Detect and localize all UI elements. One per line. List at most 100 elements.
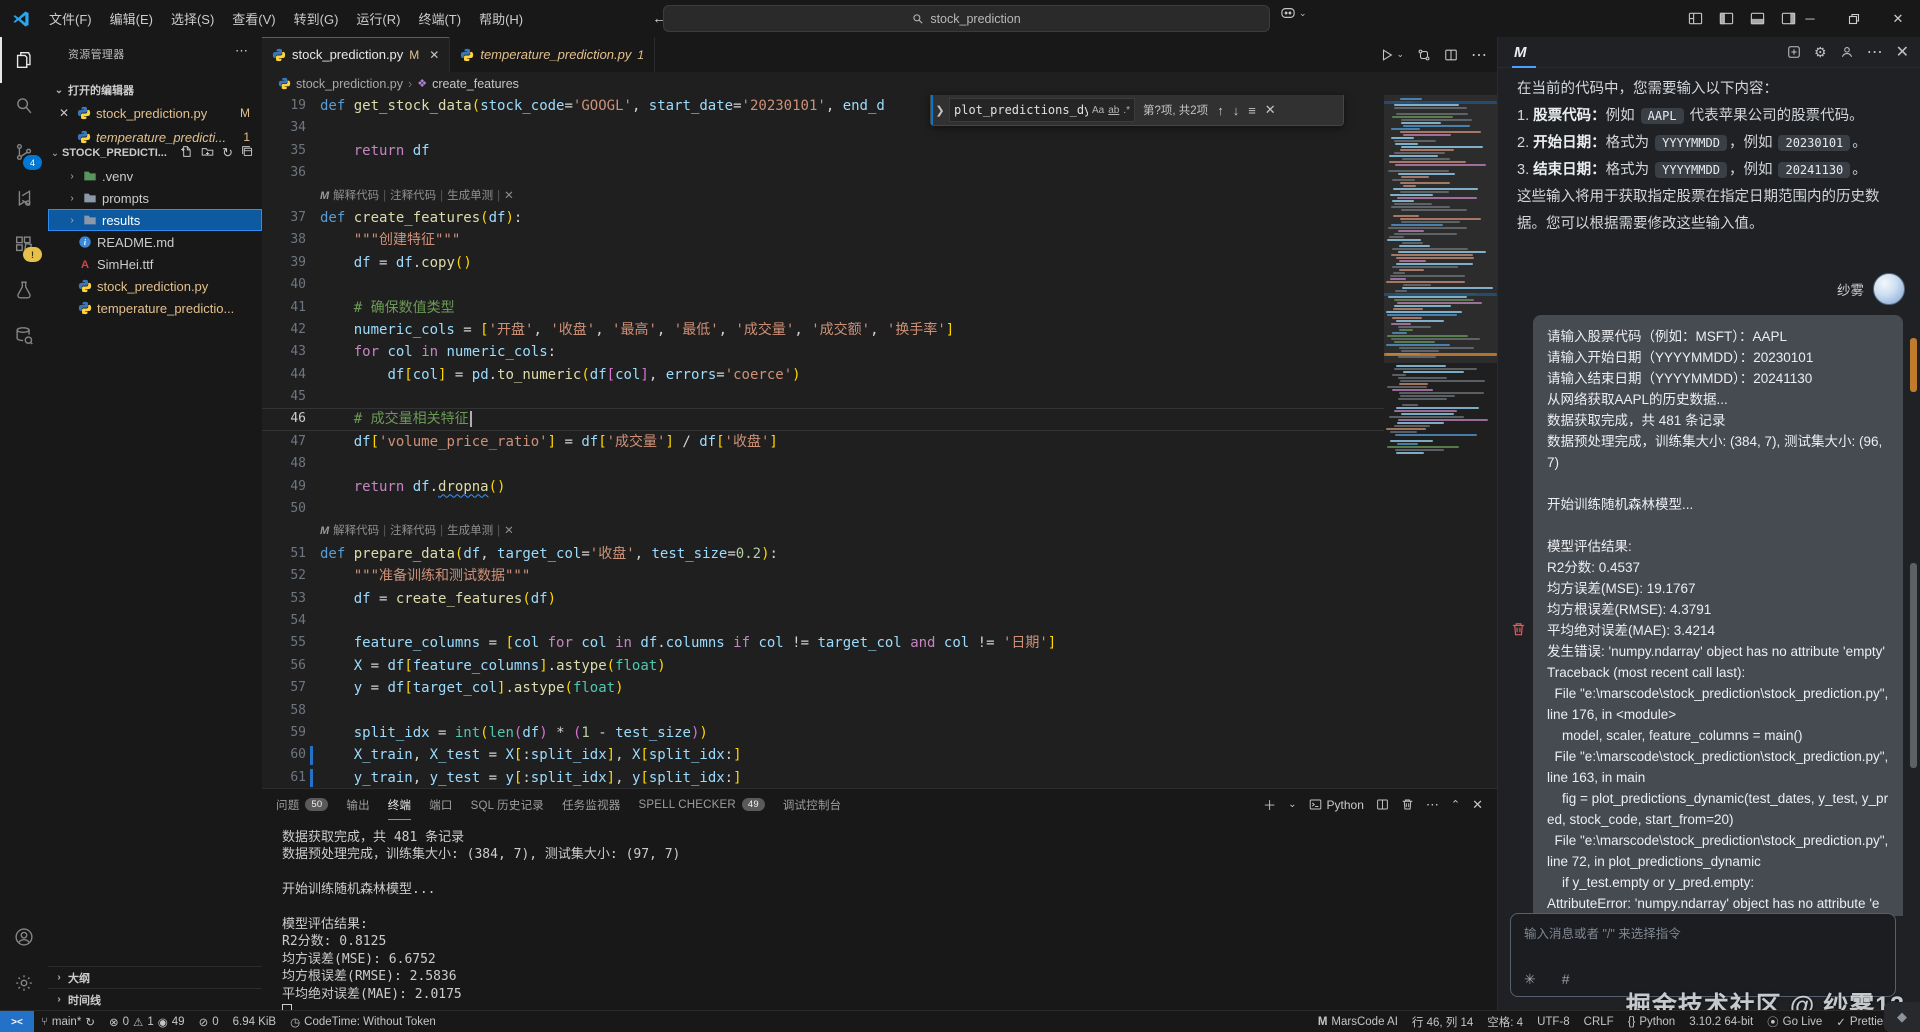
tree-item-results[interactable]: ›results [48, 209, 262, 231]
minimap[interactable] [1384, 95, 1497, 788]
regex-icon[interactable]: .* [1123, 105, 1130, 116]
status-cursor-position[interactable]: 行 46, 列 14 [1405, 1011, 1480, 1032]
run-button[interactable]: ⌄ [1380, 48, 1404, 62]
close-icon[interactable]: ✕ [1265, 102, 1276, 118]
terminal-instance[interactable]: Python [1309, 798, 1364, 812]
breadcrumb-symbol[interactable]: create_features [432, 77, 519, 91]
panel-tab-调试控制台[interactable]: 调试控制台 [783, 789, 842, 820]
activity-item-testing[interactable] [0, 267, 48, 313]
terminal-dropdown-icon[interactable]: ⌄ [1288, 799, 1296, 810]
status-problems[interactable]: ⊗0⚠1◉49 [102, 1011, 192, 1032]
status-go-live[interactable]: ⦿Go Live [1760, 1011, 1829, 1032]
codelens-action[interactable]: 生成单测 [447, 520, 493, 542]
chat-input[interactable]: 输入消息或者 "/" 来选择指令 ✳ # [1510, 913, 1896, 997]
tree-item-temperaturepredictio[interactable]: temperature_predictio... [48, 297, 262, 319]
panel-tab-SPELL CHECKER[interactable]: SPELL CHECKER49 [638, 789, 764, 820]
refresh-icon[interactable]: ↻ [222, 145, 233, 161]
chat-body[interactable]: 在当前的代码中，您需要输入以下内容：1. 股票代码：例如 AAPL 代表苹果公司… [1498, 68, 1920, 916]
settings-gear-icon[interactable]: ⚙ [1814, 44, 1827, 61]
maximize-panel-icon[interactable]: ⌃ [1451, 798, 1460, 811]
codelens-action[interactable]: 注释代码 [390, 520, 436, 542]
editor-tab[interactable]: temperature_prediction.py1 [450, 37, 655, 72]
panel-tab-端口[interactable]: 端口 [429, 789, 452, 820]
restore-button[interactable] [1832, 0, 1876, 37]
open-editors-header[interactable]: ⌄ 打开的编辑器 [48, 79, 262, 101]
activity-item-search[interactable] [0, 83, 48, 129]
previous-match-icon[interactable]: ↑ [1217, 103, 1224, 118]
activity-item-settings[interactable] [0, 960, 48, 1006]
more-actions-icon[interactable]: ⋯ [1471, 45, 1487, 65]
commands-icon[interactable]: ✳ [1524, 971, 1536, 988]
more-actions-icon[interactable]: ⋯ [1426, 797, 1439, 813]
menu-item[interactable]: 编辑(E) [101, 8, 162, 31]
close-icon[interactable]: ✕ [1876, 0, 1920, 37]
terminal-output[interactable]: 数据获取完成，共 481 条记录数据预处理完成，训练集大小: (384, 7),… [282, 829, 680, 1020]
tree-item-prompts[interactable]: ›prompts [48, 187, 262, 209]
activity-item-extensions[interactable]: ! [0, 221, 48, 267]
new-folder-icon[interactable] [201, 145, 214, 161]
context-icon[interactable]: # [1562, 971, 1570, 988]
menu-item[interactable]: 文件(F) [40, 8, 101, 31]
menu-item[interactable]: 终端(T) [409, 8, 470, 31]
split-terminal-icon[interactable] [1376, 798, 1389, 811]
activity-item-explorer[interactable] [0, 37, 48, 83]
activity-item-account[interactable] [0, 914, 48, 960]
command-center-search[interactable]: stock_prediction [663, 5, 1270, 32]
status-eol[interactable]: CRLF [1577, 1011, 1621, 1032]
toggle-sidebar-icon[interactable] [1719, 11, 1734, 26]
customize-layout-icon[interactable] [1688, 11, 1703, 26]
tree-item-venv[interactable]: ›.venv [48, 165, 262, 187]
codelens-action[interactable]: 解释代码 [333, 185, 379, 207]
status-file-size[interactable]: 6.94 KiB [226, 1011, 283, 1032]
menu-item[interactable]: 运行(R) [347, 8, 409, 31]
close-icon[interactable]: ✕ [56, 106, 72, 120]
panel-tab-问题[interactable]: 问题50 [276, 789, 328, 820]
tree-item-SimHeittf[interactable]: ASimHei.ttf [48, 253, 262, 275]
new-chat-icon[interactable] [1787, 45, 1801, 59]
menu-item[interactable]: 查看(V) [223, 8, 284, 31]
panel-tab-输出[interactable]: 输出 [346, 789, 369, 820]
collapse-all-icon[interactable] [241, 145, 254, 161]
chat-scrollbar-thumb[interactable] [1910, 563, 1917, 768]
codelens-close-icon[interactable]: ✕ [504, 185, 514, 207]
find-input[interactable]: plot_predictions_dynai Aa ab .* [949, 98, 1135, 122]
find-in-selection-icon[interactable]: ≡ [1248, 103, 1256, 118]
close-icon[interactable]: ✕ [429, 48, 439, 62]
chat-scrollbar-mark[interactable] [1910, 338, 1917, 392]
close-icon[interactable]: ✕ [1896, 42, 1909, 62]
marscode-logo-icon[interactable]: M [1514, 44, 1527, 61]
status-language-mode[interactable]: {}Python [1621, 1011, 1683, 1032]
activity-item-database[interactable] [0, 313, 48, 359]
panel-tab-任务监视器[interactable]: 任务监视器 [562, 789, 621, 820]
menu-item[interactable]: 转到(G) [285, 8, 348, 31]
status-encoding[interactable]: UTF-8 [1530, 1011, 1577, 1032]
close-panel-icon[interactable]: ✕ [1472, 797, 1483, 813]
minimize-button[interactable]: ─ [1788, 0, 1832, 37]
activity-item-source-control[interactable]: 4 [0, 129, 48, 175]
codelens-close-icon[interactable]: ✕ [504, 520, 514, 542]
codelens-action[interactable]: 解释代码 [333, 520, 379, 542]
status-remote[interactable]: >< [0, 1011, 34, 1032]
tree-item-READMEmd[interactable]: iREADME.md [48, 231, 262, 253]
status-blocked[interactable]: ⊘0 [192, 1011, 226, 1032]
code-editor[interactable]: 19def get_stock_data(stock_code='GOOGL',… [262, 95, 1384, 788]
new-terminal-icon[interactable]: ＋ [1263, 795, 1276, 814]
open-editor-item[interactable]: ✕stock_prediction.pyM [48, 101, 262, 125]
sidebar-section-大纲[interactable]: ›大纲 [48, 966, 262, 988]
status-git-branch[interactable]: ⑂main*↻ [34, 1011, 102, 1032]
next-match-icon[interactable]: ↓ [1233, 103, 1240, 118]
menu-item[interactable]: 帮助(H) [470, 8, 532, 31]
whole-word-icon[interactable]: ab [1108, 105, 1119, 116]
copilot-button[interactable]: ⌄ [1280, 6, 1307, 20]
account-icon[interactable] [1840, 45, 1854, 59]
codelens-action[interactable]: 注释代码 [390, 185, 436, 207]
compare-changes-icon[interactable] [1417, 48, 1431, 62]
new-file-icon[interactable] [180, 145, 193, 161]
kill-terminal-icon[interactable] [1401, 798, 1414, 811]
status-indentation[interactable]: 空格: 4 [1480, 1011, 1530, 1032]
toggle-panel-icon[interactable] [1750, 11, 1765, 26]
workspace-header[interactable]: ⌄ STOCK_PREDICTI... ↻ [48, 141, 262, 165]
codelens-action[interactable]: 生成单测 [447, 185, 493, 207]
match-case-icon[interactable]: Aa [1092, 105, 1104, 116]
menu-item[interactable]: 选择(S) [162, 8, 223, 31]
